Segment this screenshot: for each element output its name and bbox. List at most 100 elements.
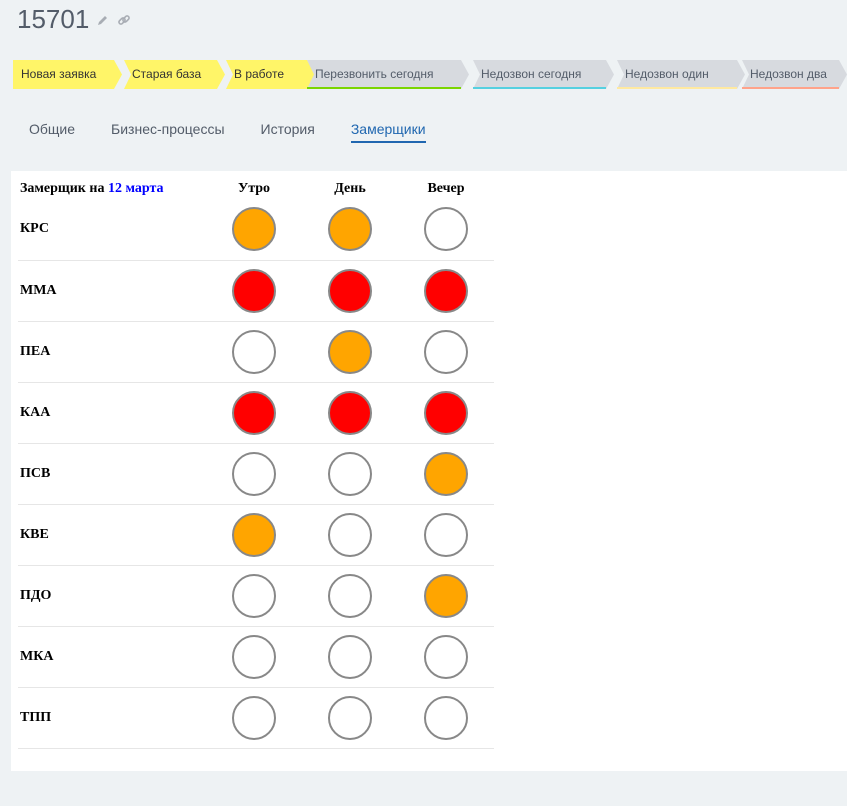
table-row: КРС [18, 199, 494, 261]
slot-cell-morning [206, 260, 302, 322]
slot-status-free[interactable] [232, 695, 276, 740]
slot-status-partial[interactable] [232, 512, 276, 557]
table-row: МКА [18, 626, 494, 688]
link-icon[interactable] [117, 13, 131, 27]
tab-bar: Общие Бизнес-процессы История Замерщики [29, 121, 462, 143]
slot-cell-evening [398, 382, 494, 444]
slot-status-free[interactable] [424, 695, 468, 740]
stage-underline [617, 87, 737, 89]
slot-cell-morning [206, 321, 302, 383]
slot-cell-morning [206, 199, 302, 261]
slot-cell-evening [398, 687, 494, 749]
stage-no-answer-one[interactable]: Недозвон один [617, 60, 745, 89]
slot-status-free[interactable] [232, 573, 276, 618]
slot-cell-evening [398, 199, 494, 261]
slot-status-free[interactable] [424, 634, 468, 679]
pencil-icon[interactable] [97, 14, 109, 26]
slot-cell-day [302, 504, 398, 566]
column-morning: Утро [237, 181, 271, 196]
stage-label: Старая база [132, 67, 202, 81]
measurer-name: КАА [18, 382, 206, 444]
stage-underline [473, 87, 606, 89]
stage-new-request[interactable]: Новая заявка [13, 60, 122, 89]
slot-cell-day [302, 687, 398, 749]
slot-status-busy[interactable] [424, 268, 468, 313]
slot-cell-morning [206, 504, 302, 566]
slot-status-free[interactable] [328, 695, 372, 740]
tab-business-processes[interactable]: Бизнес-процессы [111, 121, 224, 143]
measurer-name: ПСВ [18, 443, 206, 505]
slot-status-partial[interactable] [424, 573, 468, 618]
slot-cell-morning [206, 565, 302, 627]
measurer-column-header: Замерщик на 12 марта [18, 179, 206, 199]
slot-status-free[interactable] [328, 573, 372, 618]
measurer-name: МКА [18, 626, 206, 688]
schedule-header-row: Замерщик на 12 марта Утро День Вечер [18, 179, 494, 199]
stage-in-progress[interactable]: В работе [226, 60, 315, 89]
tab-measurers[interactable]: Замерщики [350, 121, 426, 143]
stage-label: Недозвон сегодня [481, 67, 582, 81]
slot-cell-day [302, 382, 398, 444]
slot-status-free[interactable] [328, 634, 372, 679]
slot-cell-morning [206, 687, 302, 749]
stage-label: Недозвон один [625, 67, 709, 81]
header-prefix: Замерщик на [20, 181, 105, 196]
slot-status-free[interactable] [328, 512, 372, 557]
table-row: КАА [18, 382, 494, 444]
slot-status-free[interactable] [232, 451, 276, 496]
slot-status-busy[interactable] [232, 390, 276, 435]
stage-label: Недозвон два [750, 67, 827, 81]
stage-no-answer-today[interactable]: Недозвон сегодня [473, 60, 614, 89]
slot-cell-day [302, 565, 398, 627]
column-evening: Вечер [427, 181, 465, 196]
slot-cell-day [302, 626, 398, 688]
slot-status-free[interactable] [424, 207, 468, 252]
slot-status-busy[interactable] [328, 268, 372, 313]
slot-cell-day [302, 443, 398, 505]
stage-underline [742, 87, 839, 89]
slot-status-busy[interactable] [232, 268, 276, 313]
slot-status-busy[interactable] [328, 390, 372, 435]
column-day: День [334, 181, 366, 196]
measurers-panel: Замерщик на 12 марта Утро День Вечер КРС… [11, 171, 847, 771]
stage-label: Новая заявка [21, 67, 97, 81]
tab-history[interactable]: История [261, 121, 315, 143]
slot-cell-evening [398, 260, 494, 322]
measurer-schedule-table: Замерщик на 12 марта Утро День Вечер КРС… [18, 179, 494, 749]
slot-status-partial[interactable] [328, 329, 372, 374]
table-row: ПДО [18, 565, 494, 627]
slot-status-free[interactable] [424, 512, 468, 557]
table-row: ПЕА [18, 321, 494, 383]
slot-status-partial[interactable] [424, 451, 468, 496]
slot-status-free[interactable] [424, 329, 468, 374]
slot-cell-morning [206, 382, 302, 444]
page-title: 15701 [17, 4, 90, 34]
table-row: ММА [18, 260, 494, 322]
schedule-date-link[interactable]: 12 марта [108, 181, 164, 196]
slot-status-free[interactable] [232, 329, 276, 374]
slot-status-busy[interactable] [424, 390, 468, 435]
slot-cell-evening [398, 321, 494, 383]
measurer-name: ПЕА [18, 321, 206, 383]
measurer-name: КВЕ [18, 504, 206, 566]
slot-cell-evening [398, 443, 494, 505]
tab-general[interactable]: Общие [29, 121, 75, 143]
slot-status-partial[interactable] [232, 207, 276, 252]
slot-cell-evening [398, 504, 494, 566]
slot-cell-morning [206, 626, 302, 688]
slot-status-partial[interactable] [328, 207, 372, 252]
stage-call-back-today[interactable]: Перезвонить сегодня [307, 60, 469, 89]
slot-cell-day [302, 260, 398, 322]
measurer-name: ТПП [18, 687, 206, 749]
slot-cell-morning [206, 443, 302, 505]
slot-cell-day [302, 199, 398, 261]
measurer-name: ПДО [18, 565, 206, 627]
stage-old-base[interactable]: Старая база [124, 60, 225, 89]
slot-cell-evening [398, 626, 494, 688]
slot-status-free[interactable] [328, 451, 372, 496]
table-row: ТПП [18, 687, 494, 749]
slot-status-free[interactable] [232, 634, 276, 679]
stage-no-answer-two[interactable]: Недозвон два [742, 60, 847, 89]
table-row: ПСВ [18, 443, 494, 505]
stage-label: Перезвонить сегодня [315, 67, 434, 81]
